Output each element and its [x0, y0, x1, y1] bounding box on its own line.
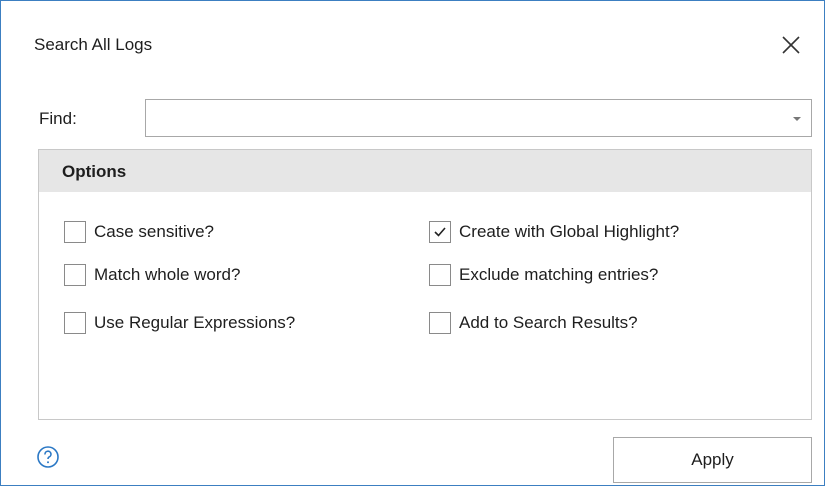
use-regex-label: Use Regular Expressions?: [94, 313, 296, 332]
match-whole-word-option[interactable]: Match whole word?: [64, 264, 240, 286]
find-input[interactable]: [146, 100, 792, 136]
apply-button[interactable]: Apply: [613, 437, 812, 483]
close-icon[interactable]: [777, 31, 805, 59]
dialog-title: Search All Logs: [34, 35, 153, 54]
exclude-matching-label: Exclude matching entries?: [459, 265, 659, 284]
find-combobox[interactable]: [145, 99, 812, 137]
case-sensitive-label: Case sensitive?: [94, 222, 215, 241]
case-sensitive-checkbox[interactable]: [64, 221, 86, 243]
match-whole-word-checkbox[interactable]: [64, 264, 86, 286]
checkmark-icon: [434, 227, 446, 237]
options-title: Options: [62, 162, 127, 181]
add-to-results-option[interactable]: Add to Search Results?: [429, 312, 638, 334]
match-whole-word-label: Match whole word?: [94, 265, 241, 284]
help-icon[interactable]: [36, 445, 60, 469]
case-sensitive-option[interactable]: Case sensitive?: [64, 221, 214, 243]
global-highlight-checkbox[interactable]: [429, 221, 451, 243]
options-group: Options Case sensitive? Match whole word…: [38, 149, 812, 420]
search-all-logs-dialog: Search All Logs Find: Options Case sensi…: [0, 0, 825, 486]
exclude-matching-checkbox[interactable]: [429, 264, 451, 286]
exclude-matching-option[interactable]: Exclude matching entries?: [429, 264, 658, 286]
options-header: Options: [39, 150, 811, 192]
find-label: Find:: [39, 109, 77, 128]
use-regex-checkbox[interactable]: [64, 312, 86, 334]
add-to-results-label: Add to Search Results?: [459, 313, 638, 332]
add-to-results-checkbox[interactable]: [429, 312, 451, 334]
global-highlight-label: Create with Global Highlight?: [459, 222, 680, 241]
chevron-down-icon[interactable]: [783, 100, 811, 136]
use-regex-option[interactable]: Use Regular Expressions?: [64, 312, 295, 334]
global-highlight-option[interactable]: Create with Global Highlight?: [429, 221, 679, 243]
